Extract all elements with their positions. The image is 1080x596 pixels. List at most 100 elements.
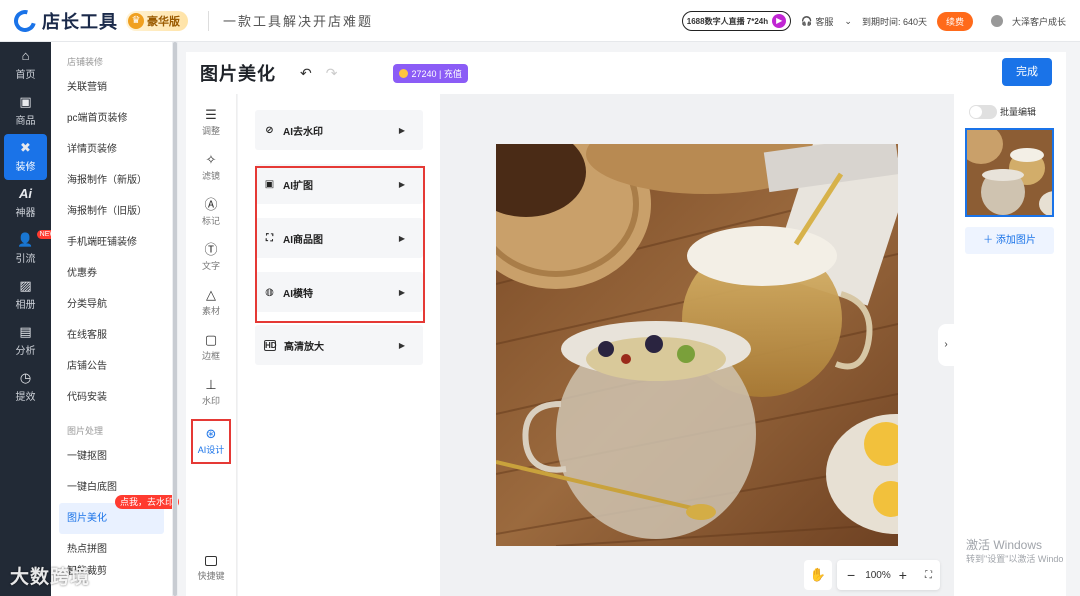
menu-item[interactable]: 店铺公告 bbox=[51, 351, 172, 382]
tool-filter[interactable]: ✧ 滤镜 bbox=[186, 145, 236, 190]
tool-text[interactable]: Ⓣ 文字 bbox=[186, 235, 236, 280]
nav-decoration[interactable]: ✖ 装修 bbox=[4, 134, 47, 180]
hd-icon: HD bbox=[264, 339, 277, 351]
menu-item[interactable]: 在线客服 bbox=[51, 320, 172, 351]
menu-item[interactable]: 分类导航 bbox=[51, 289, 172, 320]
zoom-in-button[interactable]: + bbox=[895, 567, 917, 583]
menu-item[interactable]: 代码安装 bbox=[51, 382, 172, 413]
menu-item[interactable]: 手机端旺铺装修 bbox=[51, 227, 172, 258]
menu-item[interactable]: 关联营销 bbox=[51, 72, 172, 103]
tool-ai-design[interactable]: ⊛ AI设计 bbox=[191, 419, 231, 464]
tool-mark[interactable]: Ⓐ 标记 bbox=[186, 190, 236, 235]
nav-label: 首页 bbox=[15, 70, 36, 81]
fit-screen-icon[interactable]: ⛶ bbox=[917, 570, 940, 581]
batch-edit-toggle[interactable] bbox=[969, 105, 997, 119]
chevron-down-icon: ⌄ bbox=[844, 15, 852, 26]
chart-icon: ▤ bbox=[19, 324, 32, 339]
tool-label: 文字 bbox=[201, 261, 220, 271]
tool-label: 边框 bbox=[201, 351, 220, 361]
add-image-button[interactable]: ＋ 添加图片 bbox=[965, 227, 1054, 254]
avatar bbox=[990, 15, 1003, 27]
submenu-scrollbar[interactable] bbox=[172, 42, 178, 596]
editor-header: 图片美化 ↶ ↷ 27240 | 充值 完成 bbox=[186, 52, 1066, 94]
main-nav: ⌂ 首页 ▣ 商品 ✖ 装修 Ai 神器 👤 引流 NEW ▨ 相册 ▤ 分析 ◷ 提效 bbox=[0, 42, 59, 596]
tool-label: AI设计 bbox=[197, 445, 225, 455]
nav-album[interactable]: ▨ 相册 bbox=[0, 272, 51, 318]
page-title: 图片美化 bbox=[200, 64, 276, 84]
tool-label: 素材 bbox=[201, 306, 220, 316]
user-icon: 👤 bbox=[17, 232, 34, 247]
hd-upscale-item[interactable]: HD 高清放大 ▶ bbox=[255, 325, 423, 365]
tool-label: 滤镜 bbox=[201, 171, 220, 181]
menu-item[interactable]: 优惠券 bbox=[51, 258, 172, 289]
tool-adjust[interactable]: ☰ 调整 bbox=[186, 100, 236, 145]
ai-remove-watermark-item[interactable]: ⊘ AI去水印 ▶ bbox=[255, 110, 423, 150]
done-button[interactable]: 完成 bbox=[1002, 58, 1052, 86]
menu-item[interactable]: 详情页装修 bbox=[51, 134, 172, 165]
vip-label: 豪华版 bbox=[147, 15, 180, 28]
tool-frame[interactable]: ▢ 边框 bbox=[186, 325, 236, 370]
points-badge[interactable]: 27240 | 充值 bbox=[393, 63, 468, 83]
divider bbox=[208, 10, 209, 31]
image-icon: ▨ bbox=[19, 278, 32, 293]
product-photo[interactable] bbox=[496, 144, 898, 546]
nav-efficiency[interactable]: ◷ 提效 bbox=[0, 364, 51, 410]
windows-activation-title: 激活 Windows bbox=[966, 538, 1043, 552]
vip-badge: ♛ 豪华版 bbox=[126, 10, 188, 31]
app-logo[interactable]: 店长工具 bbox=[9, 5, 118, 36]
live-text: 1688数字人直播 7*24h bbox=[686, 16, 769, 26]
zoom-out-button[interactable]: − bbox=[837, 567, 861, 583]
coin-icon bbox=[399, 68, 409, 78]
undo-icon[interactable]: ↶ bbox=[300, 65, 312, 82]
hand-tool-button[interactable]: ✋ bbox=[804, 560, 832, 590]
service-label: 客服 bbox=[815, 16, 834, 27]
nav-traffic[interactable]: 👤 引流 NEW bbox=[0, 226, 59, 272]
scrollbar-thumb[interactable] bbox=[173, 42, 177, 596]
plus-icon: ＋ bbox=[983, 235, 996, 246]
tool-watermark[interactable]: ⊥ 水印 bbox=[186, 370, 236, 415]
renew-button[interactable]: 续费 bbox=[936, 11, 973, 31]
shortcut-button[interactable]: 快捷键 bbox=[186, 556, 236, 582]
nav-label: 神器 bbox=[15, 208, 36, 219]
image-thumbnail[interactable] bbox=[965, 128, 1054, 217]
crown-icon: ♛ bbox=[128, 12, 144, 29]
home-icon: ⌂ bbox=[21, 48, 30, 63]
user-menu[interactable]: 大泽客户成长 bbox=[990, 15, 1066, 28]
customer-service-link[interactable]: 🎧 客服 ⌄ bbox=[801, 15, 852, 28]
ai-design-icon: ⊛ bbox=[205, 426, 217, 441]
logo-icon bbox=[9, 5, 41, 36]
nav-analysis[interactable]: ▤ 分析 bbox=[0, 318, 51, 364]
nav-label: 相册 bbox=[15, 300, 36, 311]
sliders-icon: ☰ bbox=[205, 107, 217, 122]
tool-material[interactable]: △ 素材 bbox=[186, 280, 236, 325]
ai-icon: Ai bbox=[19, 186, 32, 201]
nav-label: 引流 bbox=[15, 254, 36, 265]
menu-item-image-beautify[interactable]: 图片美化 点我，去水印 bbox=[59, 495, 180, 534]
canvas-area[interactable]: ✋ − 100% + ⛶ bbox=[440, 94, 954, 596]
nav-label: 提效 bbox=[15, 392, 36, 403]
nav-tools[interactable]: Ai 神器 bbox=[0, 180, 51, 226]
tool-label: 调整 bbox=[201, 126, 220, 136]
live-stream-banner[interactable]: 1688数字人直播 7*24h ▶ bbox=[681, 11, 792, 31]
panel-item-label: 高清放大 bbox=[284, 341, 324, 353]
menu-item[interactable]: 热点拼图 bbox=[51, 534, 172, 565]
sparkle-icon: ✧ bbox=[205, 152, 217, 167]
top-header: 店长工具 ♛ 豪华版 一款工具解决开店难题 1688数字人直播 7*24h ▶ … bbox=[0, 0, 1080, 42]
panel-item-label: AI去水印 bbox=[283, 126, 323, 138]
menu-item[interactable]: 一键抠图 bbox=[51, 441, 172, 472]
zoom-control: − 100% + ⛶ bbox=[837, 560, 940, 590]
tip-badge[interactable]: 点我，去水印 bbox=[115, 495, 180, 509]
tool-label: 水印 bbox=[201, 396, 220, 406]
tool-label: 标记 bbox=[201, 216, 220, 226]
expiry-text: 到期时间: 640天 bbox=[861, 16, 927, 27]
clock-icon: ◷ bbox=[19, 370, 32, 385]
nav-products[interactable]: ▣ 商品 bbox=[0, 88, 51, 134]
menu-item[interactable]: 海报制作（新版） bbox=[51, 165, 172, 196]
nav-home[interactable]: ⌂ 首页 bbox=[0, 42, 51, 88]
menu-item[interactable]: pc端首页装修 bbox=[51, 103, 172, 134]
redo-icon[interactable]: ↷ bbox=[326, 65, 338, 82]
nav-label: 商品 bbox=[15, 116, 36, 127]
collapse-panel-button[interactable]: › bbox=[938, 324, 954, 366]
menu-item[interactable]: 海报制作（旧版） bbox=[51, 196, 172, 227]
text-icon: Ⓣ bbox=[204, 242, 218, 257]
